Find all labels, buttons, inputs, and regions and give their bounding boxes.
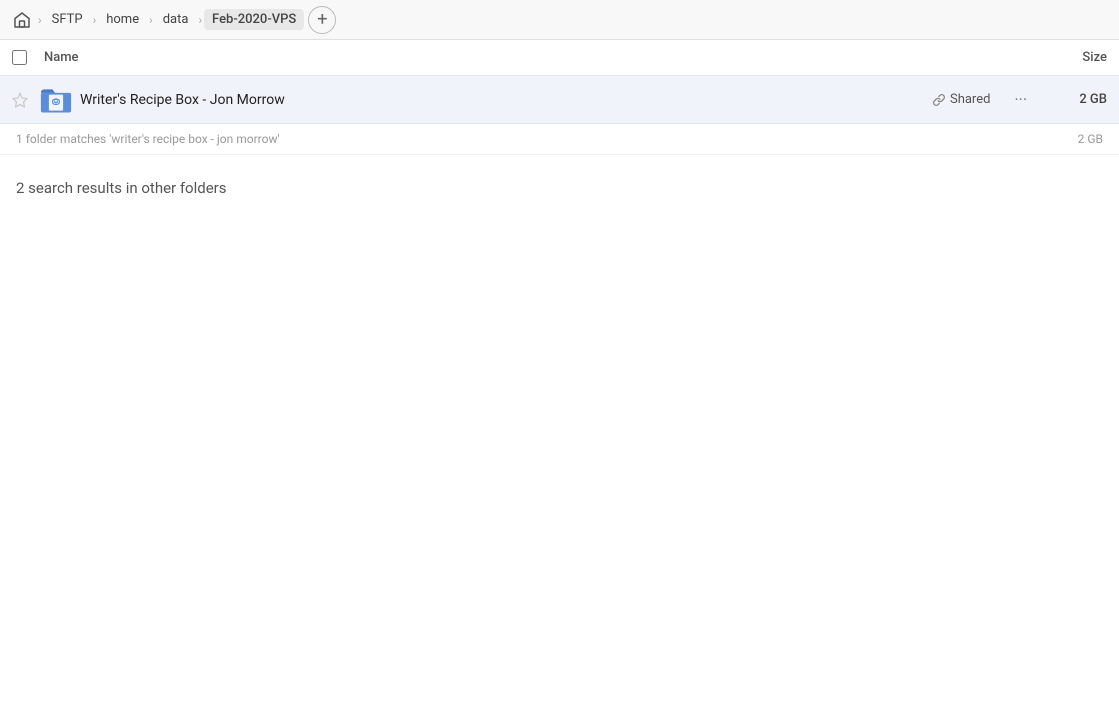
link-icon [932, 93, 946, 107]
file-size: 2 GB [1047, 92, 1107, 107]
name-column-header: Name [44, 50, 1027, 65]
breadcrumb-bar: › SFTP › home › data › Feb-2020-VPS + [0, 0, 1119, 40]
file-row[interactable]: Writer's Recipe Box - Jon Morrow Shared … [0, 76, 1119, 124]
more-options-button[interactable]: ··· [1006, 86, 1035, 113]
select-all-checkbox[interactable] [12, 50, 27, 65]
breadcrumb-feb-2020-vps[interactable]: Feb-2020-VPS [204, 9, 304, 30]
other-results-title: 2 search results in other folders [16, 179, 1103, 197]
search-info-text: 1 folder matches 'writer's recipe box - … [16, 132, 280, 146]
separator-1: › [38, 13, 42, 27]
breadcrumb-data[interactable]: data [155, 9, 197, 30]
shared-label: Shared [950, 92, 990, 107]
add-tab-button[interactable]: + [308, 6, 336, 34]
shared-badge: Shared [932, 92, 990, 107]
folder-icon [40, 84, 72, 116]
other-results-section: 2 search results in other folders [0, 155, 1119, 205]
breadcrumb-home[interactable]: home [98, 9, 147, 30]
column-headers: Name Size [0, 40, 1119, 76]
size-column-header: Size [1027, 50, 1107, 65]
search-info-bar: 1 folder matches 'writer's recipe box - … [0, 124, 1119, 155]
file-name: Writer's Recipe Box - Jon Morrow [80, 92, 932, 108]
select-all-checkbox-container[interactable] [12, 50, 44, 65]
separator-4: › [198, 13, 202, 27]
separator-3: › [149, 13, 153, 27]
search-info-size: 2 GB [1078, 132, 1103, 146]
home-button[interactable] [8, 6, 36, 34]
separator-2: › [93, 13, 97, 27]
breadcrumb-sftp[interactable]: SFTP [44, 9, 91, 30]
star-icon[interactable] [12, 92, 36, 108]
